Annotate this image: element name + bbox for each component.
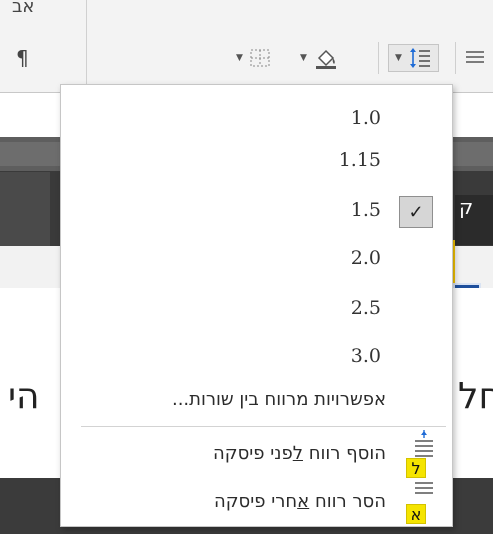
align-text-icon <box>466 51 484 63</box>
line-spacing-button[interactable]: ▼ <box>388 44 439 72</box>
dropdown-arrow-icon: ▼ <box>300 53 307 63</box>
keytip-badge: ל <box>406 458 426 478</box>
spacing-option-1-5[interactable]: 1.5 ✓ <box>61 190 452 230</box>
accelerator-letter: א <box>297 490 310 512</box>
show-formatting-button[interactable]: ¶ <box>16 46 29 70</box>
spacing-option-2-5[interactable]: 2.5 <box>61 288 452 328</box>
add-space-before-paragraph[interactable]: הוסף רווח לפני פיסקה <box>213 435 386 471</box>
checkmark-icon: ✓ <box>399 196 433 228</box>
document-text-left: הי <box>8 376 40 417</box>
add-space-before-icon <box>415 430 433 457</box>
label-part: הוסף רווח <box>302 442 386 464</box>
spacing-option-label: 1.0 <box>350 107 381 129</box>
right-card-char: ק <box>459 195 474 219</box>
align-button[interactable] <box>464 44 486 72</box>
label-part: חרי פיסקה <box>214 490 298 512</box>
label-part: הסר רווח <box>309 490 386 512</box>
borders-icon <box>250 49 270 67</box>
add-space-before-label: הוסף רווח לפני פיסקה <box>213 443 386 464</box>
remove-space-after-paragraph[interactable]: הסר רווח אחרי פיסקה <box>214 483 386 519</box>
spacing-option-label: 1.5 <box>350 199 381 221</box>
ribbon-separator <box>86 0 87 92</box>
spacing-option-label: 3.0 <box>350 345 381 367</box>
menu-separator <box>81 426 446 427</box>
dropdown-arrow-icon: ▼ <box>236 53 243 63</box>
line-spacing-icon <box>409 48 430 68</box>
ribbon-style-text: אב <box>12 0 35 17</box>
remove-space-after-label: הסר רווח אחרי פיסקה <box>214 491 386 512</box>
borders-button[interactable]: ▼ <box>236 44 271 72</box>
spacing-option-label: 2.5 <box>350 297 381 319</box>
accelerator-letter: ל <box>292 442 303 464</box>
document-text-right: חל <box>458 376 493 417</box>
line-spacing-options-link[interactable]: אפשרויות מרווח בין שורות... <box>172 381 386 417</box>
spacing-option-3-0[interactable]: 3.0 <box>61 336 452 376</box>
spacing-option-label: 2.0 <box>350 247 381 269</box>
ribbon: אב ¶ ▼ ▼ ▼ <box>0 0 493 92</box>
spacing-option-1-15[interactable]: 1.15 <box>61 140 452 180</box>
label-part: פני פיסקה <box>213 442 293 464</box>
right-card: ק <box>455 195 493 245</box>
spacing-option-1-0[interactable]: 1.0 <box>61 98 452 138</box>
shading-button[interactable]: ▼ <box>300 44 339 72</box>
line-spacing-menu: 1.0 1.15 1.5 ✓ 2.0 2.5 3.0 אפשרויות מרוו… <box>60 84 453 527</box>
dropdown-arrow-icon: ▼ <box>395 53 402 63</box>
spacing-option-label: 1.15 <box>338 149 381 171</box>
checkmark-glyph: ✓ <box>408 201 424 223</box>
paint-bucket-icon <box>315 49 336 69</box>
keytip-badge: א <box>406 504 426 524</box>
ribbon-separator <box>455 42 456 74</box>
line-spacing-options-label: אפשרויות מרווח בין שורות... <box>171 388 386 410</box>
spacing-option-2-0[interactable]: 2.0 <box>61 238 452 278</box>
ribbon-separator <box>378 42 379 74</box>
